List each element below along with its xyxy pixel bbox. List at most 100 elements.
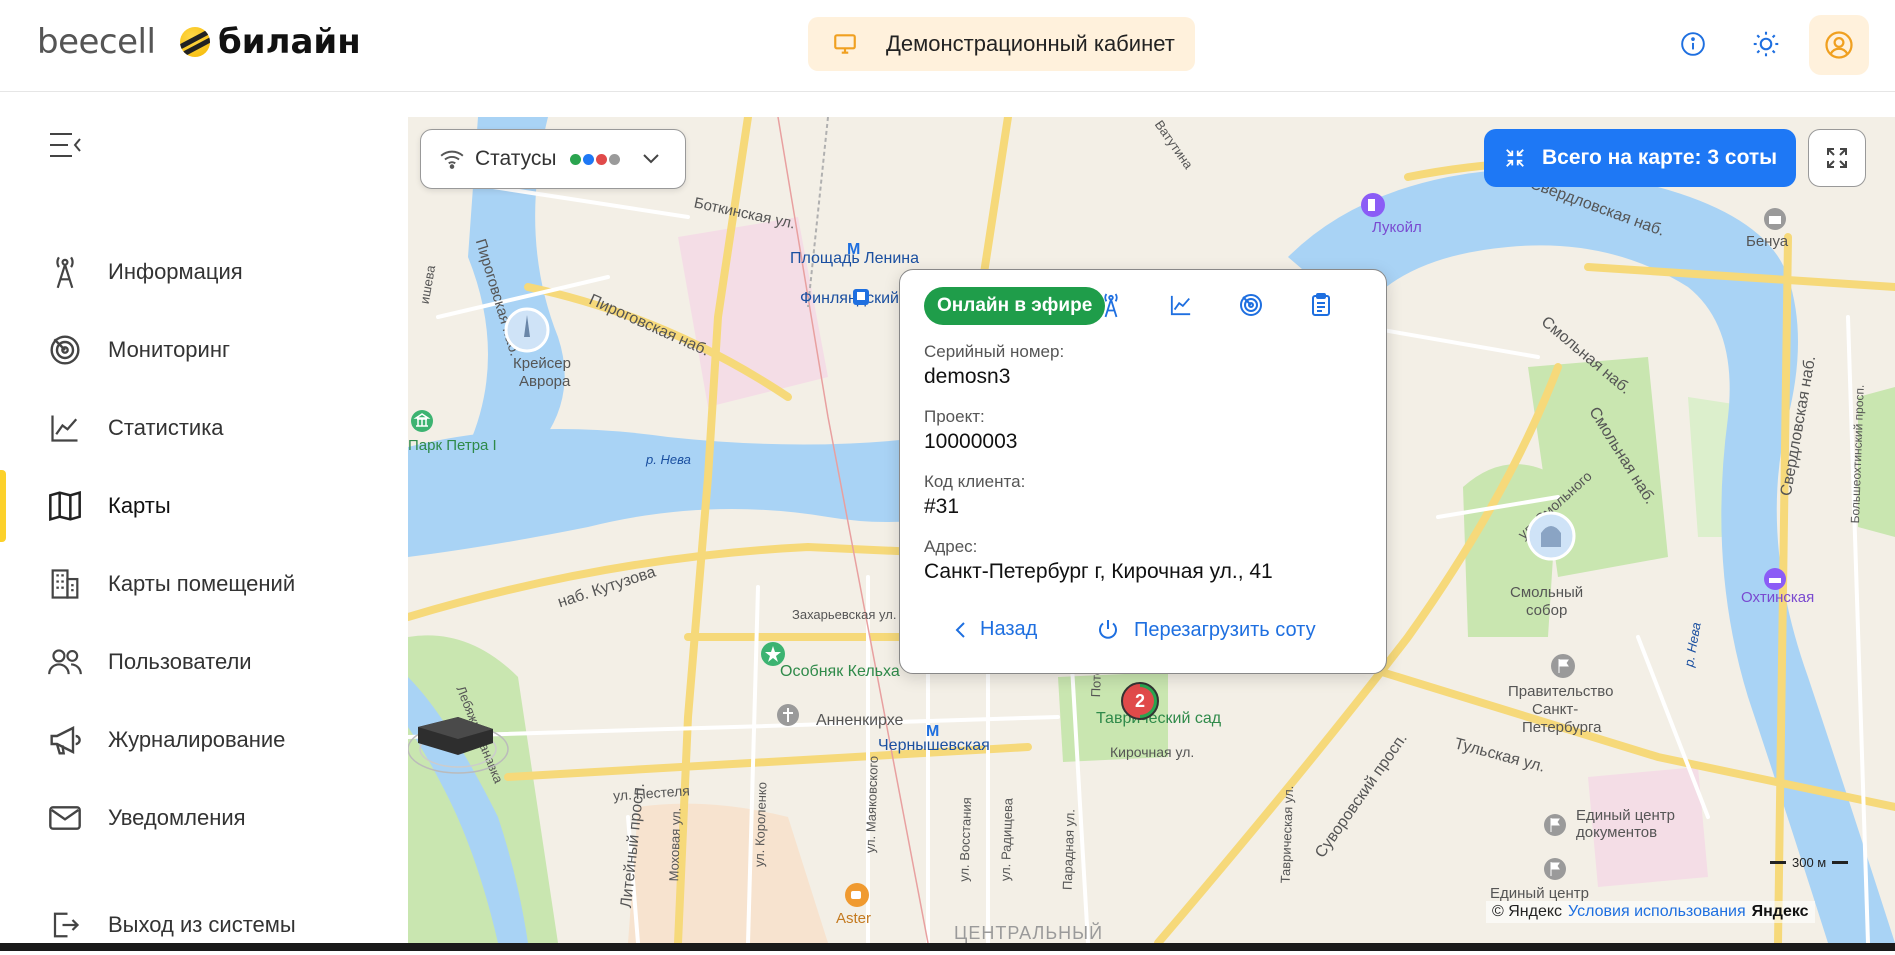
radar-icon[interactable] — [1236, 290, 1266, 320]
serial-label: Серийный номер: — [924, 342, 1065, 361]
tower-icon[interactable] — [1096, 290, 1126, 320]
map-label: документов — [1576, 824, 1658, 841]
users-icon — [48, 645, 82, 679]
sidebar-item-label: Пользователи — [108, 649, 252, 674]
flag-poi-icon[interactable] — [1543, 857, 1567, 881]
device-marker-icon[interactable] — [408, 707, 518, 777]
map-label: ул. Восстания — [956, 797, 975, 882]
fuel-poi-icon[interactable] — [1360, 192, 1386, 218]
star-poi-icon[interactable] — [760, 641, 786, 667]
map-label: р. Нева — [646, 452, 691, 467]
cruiser-poi-icon[interactable] — [504, 307, 550, 353]
tower-icon — [48, 255, 82, 289]
map-label: ул. Радищева — [997, 797, 1016, 882]
sidebar-item-label: Журналирование — [108, 727, 286, 752]
smolny-cathedral-poi-icon[interactable] — [1526, 511, 1576, 561]
cell-info-popup: Онлайн в эфире Серийный номер: demosn3 П… — [899, 269, 1387, 674]
train-station-icon[interactable] — [852, 288, 870, 306]
map-label: Санкт- — [1532, 701, 1579, 718]
info-icon[interactable] — [1675, 26, 1711, 62]
sidebar-item-info[interactable]: Информация — [0, 242, 408, 302]
metro-icon[interactable]: М — [923, 721, 945, 739]
briefcase-poi-icon[interactable] — [1763, 207, 1787, 231]
yandex-logo[interactable]: Яндекс — [1752, 903, 1809, 921]
status-dot — [609, 153, 621, 165]
total-on-map-button[interactable]: Всего на карте: 3 соты — [1484, 129, 1796, 187]
museum-poi-icon[interactable] — [410, 409, 434, 433]
status-dots — [570, 153, 621, 165]
sidebar-item-logging[interactable]: Журналирование — [0, 710, 408, 770]
statuses-dropdown[interactable]: Статусы — [420, 129, 686, 189]
sidebar: Информация Мониторинг Статистика Карты К… — [0, 92, 408, 951]
flag-poi-icon[interactable] — [1550, 653, 1576, 679]
map-label: Лукойл — [1372, 219, 1422, 236]
map-label: ул. Короленко — [751, 781, 770, 868]
reboot-label: Перезагрузить соту — [1134, 618, 1316, 641]
beecell-logo[interactable]: beecell — [37, 22, 156, 62]
sidebar-item-label: Карты — [108, 493, 171, 518]
map-label: Единый центр — [1490, 885, 1590, 902]
chevron-left-icon — [955, 621, 965, 638]
logout-label: Выход из системы — [108, 912, 296, 937]
beeline-ball-icon — [180, 27, 210, 57]
sidebar-item-notifications[interactable]: Уведомления — [0, 788, 408, 848]
reboot-cell-button[interactable]: Перезагрузить соту — [1096, 618, 1316, 642]
cluster-count: 2 — [1126, 687, 1154, 715]
sidebar-item-floor-maps[interactable]: Карты помещений — [0, 554, 408, 614]
map-icon — [48, 489, 82, 523]
map-label: Петербурга — [1522, 719, 1602, 736]
sidebar-item-label: Мониторинг — [108, 337, 231, 362]
map-scale: 300 м — [1770, 855, 1849, 870]
fullscreen-button[interactable] — [1808, 129, 1866, 187]
chart-line-icon[interactable] — [1166, 290, 1196, 320]
hotel-poi-icon[interactable] — [1763, 567, 1787, 591]
sidebar-item-users[interactable]: Пользователи — [0, 632, 408, 692]
map-label: Бенуа — [1746, 233, 1789, 250]
map-label: Захарьевская ул. — [792, 607, 897, 622]
sidebar-item-statistics[interactable]: Статистика — [0, 398, 408, 458]
user-icon[interactable] — [1809, 15, 1869, 75]
map-label: Кирочная ул. — [1110, 744, 1195, 760]
map-label: Парк Петра I — [408, 437, 497, 454]
sidebar-item-label: Карты помещений — [108, 571, 296, 596]
radar-icon — [48, 333, 82, 367]
copyright-text: © Яндекс — [1492, 903, 1563, 920]
clipboard-icon[interactable] — [1306, 290, 1336, 320]
building-icon — [48, 567, 82, 601]
collapse-menu-icon[interactable] — [48, 130, 82, 165]
beeline-logo[interactable]: билайн — [180, 22, 361, 62]
bottom-edge — [0, 943, 1895, 951]
sidebar-item-label: Информация — [108, 259, 243, 284]
map-label: Чернышевская — [878, 737, 990, 754]
wifi-icon — [440, 150, 464, 169]
sidebar-item-monitoring[interactable]: Мониторинг — [0, 320, 408, 380]
map-label: Анненкирхе — [816, 712, 904, 729]
address-value: Санкт-Петербург г, Кирочная ул., 41 — [924, 560, 1273, 583]
map-label: Охтинская — [1741, 589, 1815, 606]
sun-icon[interactable] — [1748, 26, 1784, 62]
map-label: Таврический сад — [1096, 710, 1222, 727]
flag-poi-icon[interactable] — [1543, 813, 1567, 837]
statuses-label: Статусы — [475, 147, 557, 170]
terms-link[interactable]: Условия использования — [1568, 903, 1746, 921]
map-view[interactable]: Боткинская ул. Пироговская наб. Пироговс… — [408, 117, 1895, 943]
status-dot — [596, 153, 608, 165]
metro-icon[interactable]: М — [844, 239, 866, 257]
envelope-icon — [48, 801, 82, 835]
chart-line-icon — [48, 411, 82, 445]
project-label: Проект: — [924, 407, 985, 426]
serial-value: demosn3 — [924, 365, 1011, 388]
cafe-poi-icon[interactable] — [844, 882, 870, 908]
map-label: Правительство — [1508, 683, 1614, 700]
power-icon — [1099, 620, 1117, 639]
back-button[interactable]: Назад — [954, 618, 1037, 641]
monitor-icon — [834, 34, 856, 54]
sidebar-item-maps[interactable]: Карты — [0, 470, 408, 542]
church-poi-icon[interactable] — [776, 703, 800, 727]
map-label: Aster — [836, 910, 872, 927]
map-label: ЦЕНТРАЛЬНЫЙ — [954, 923, 1104, 943]
demo-cabinet-banner: Демонстрационный кабинет — [808, 17, 1195, 71]
status-dot — [570, 153, 582, 165]
cell-cluster-marker[interactable]: 2 — [1121, 682, 1159, 720]
collapse-arrows-icon — [1506, 149, 1524, 167]
